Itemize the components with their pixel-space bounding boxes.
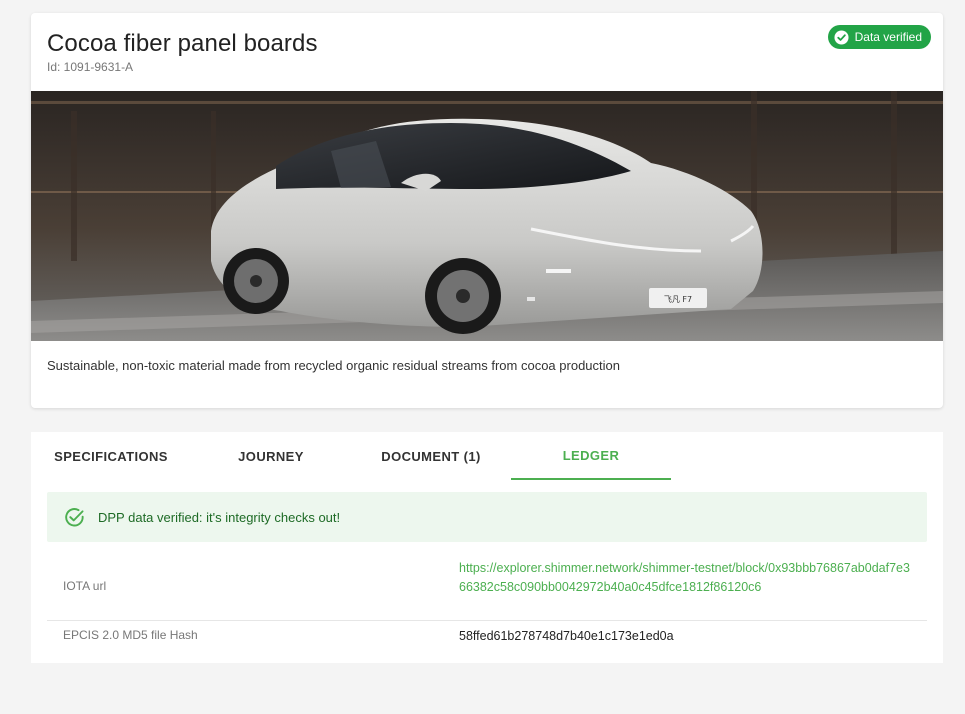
check-circle-icon <box>834 29 849 45</box>
tab-journey[interactable]: JOURNEY <box>191 432 351 480</box>
epcis-hash-value: 58ffed61b278748d7b40e1c173e1ed0a <box>459 629 674 643</box>
plate-text: 飞凡 F7 <box>664 295 692 304</box>
epcis-hash-label: EPCIS 2.0 MD5 file Hash <box>63 628 198 642</box>
iota-url-link[interactable]: https://explorer.shimmer.network/shimmer… <box>459 559 914 596</box>
verification-alert: DPP data verified: it's integrity checks… <box>47 492 927 542</box>
ledger-row-iota-url: IOTA url https://explorer.shimmer.networ… <box>47 554 927 621</box>
product-description: Sustainable, non-toxic material made fro… <box>47 358 620 373</box>
tab-bar: SPECIFICATIONS JOURNEY DOCUMENT (1) LEDG… <box>31 432 943 480</box>
product-image: 飞凡 F7 <box>31 91 943 341</box>
details-panel: SPECIFICATIONS JOURNEY DOCUMENT (1) LEDG… <box>31 432 943 663</box>
verified-badge-label: Data verified <box>854 30 922 44</box>
iota-url-label: IOTA url <box>63 579 107 593</box>
tab-ledger[interactable]: LEDGER <box>511 432 671 480</box>
product-id: Id: 1091-9631-A <box>47 60 134 74</box>
tab-specifications[interactable]: SPECIFICATIONS <box>31 432 191 480</box>
ledger-row-epcis-hash: EPCIS 2.0 MD5 file Hash 58ffed61b278748d… <box>47 621 927 651</box>
verified-badge: Data verified <box>827 25 931 49</box>
check-circle-outline-icon <box>63 506 86 529</box>
verification-alert-text: DPP data verified: it's integrity checks… <box>98 509 341 525</box>
tab-document[interactable]: DOCUMENT (1) <box>351 432 511 480</box>
product-card: Cocoa fiber panel boards Id: 1091-9631-A… <box>31 13 943 408</box>
product-title: Cocoa fiber panel boards <box>47 30 318 57</box>
